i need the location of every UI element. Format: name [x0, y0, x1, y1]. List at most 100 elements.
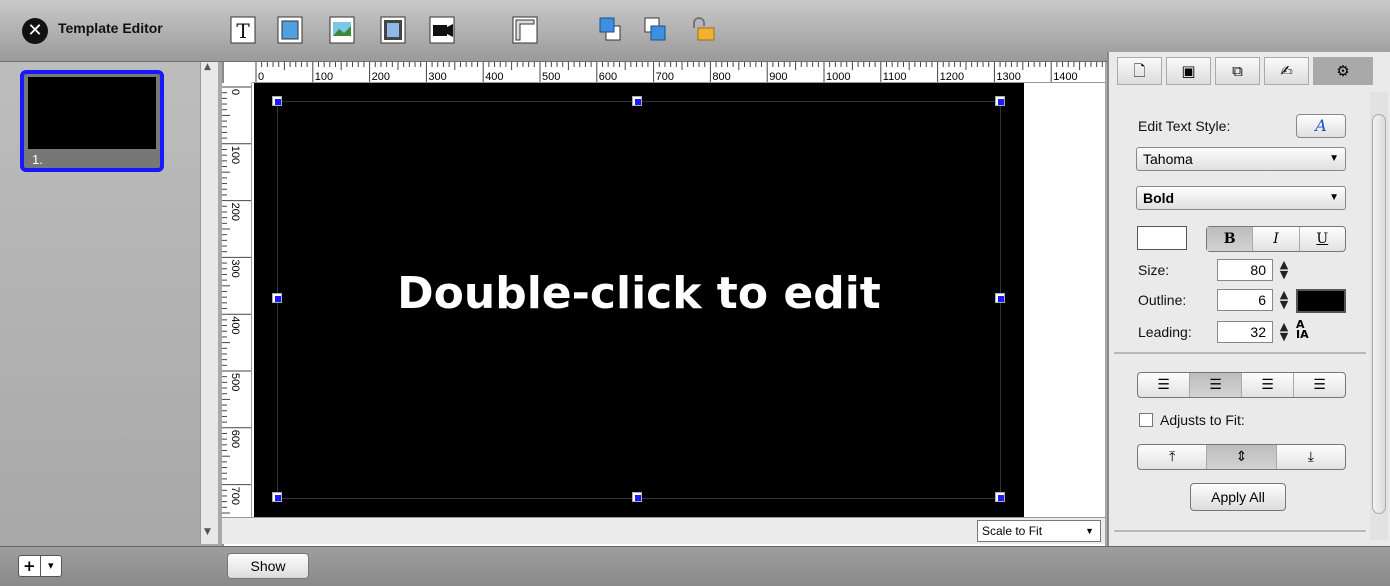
ruler-label: 1000 — [826, 71, 850, 83]
ruler-label: 0 — [229, 89, 241, 95]
ruler-label: 100 — [229, 146, 241, 164]
add-icon[interactable]: + — [19, 556, 41, 576]
tab-settings[interactable]: ⚙ — [1313, 57, 1373, 85]
scroll-thumb[interactable] — [1372, 114, 1386, 514]
slide-canvas[interactable]: Double-click to edit — [254, 83, 1024, 517]
ruler-label: 700 — [656, 71, 674, 83]
tab-layers[interactable]: ⧉ — [1215, 57, 1260, 85]
text-style-button[interactable]: A — [1296, 114, 1346, 138]
placeholder-text[interactable]: Double-click to edit — [254, 268, 1024, 319]
resize-handle-bottom-right[interactable] — [995, 492, 1005, 502]
resize-handle-bottom-left[interactable] — [272, 492, 282, 502]
resize-handle-top-right[interactable] — [995, 96, 1005, 106]
ruler-label: 600 — [599, 71, 617, 83]
scale-mode-select[interactable]: Scale to Fit ▼ — [977, 520, 1101, 542]
canvas-footer — [222, 517, 1105, 544]
text-style-toggle: B I U — [1206, 226, 1346, 252]
leading-stepper-icon[interactable]: ▲ ▼ — [1278, 321, 1290, 344]
vertical-ruler: 0 100 200 300 400 500 600 700 — [222, 83, 252, 518]
show-button[interactable]: Show — [227, 553, 309, 579]
text-color-swatch[interactable] — [1137, 226, 1187, 250]
resize-handle-top-left[interactable] — [272, 96, 282, 106]
font-weight-value: Bold — [1143, 190, 1175, 206]
size-stepper-icon[interactable]: ▲ ▼ — [1278, 259, 1290, 282]
ruler-label: 1100 — [883, 71, 907, 83]
close-icon[interactable]: ✕ — [22, 18, 48, 44]
bold-button[interactable]: B — [1207, 227, 1254, 251]
ruler-label: 700 — [229, 487, 241, 505]
lock-icon[interactable] — [688, 14, 718, 46]
leading-label: Leading: — [1138, 324, 1192, 340]
scale-mode-value: Scale to Fit — [982, 524, 1043, 538]
canvas-margin — [1024, 83, 1104, 517]
ruler-toggle-icon[interactable] — [510, 14, 540, 46]
chevron-down-icon[interactable]: ▾ — [41, 556, 62, 576]
slide-thumbnail[interactable]: 1. — [20, 70, 164, 172]
font-weight-select[interactable]: Bold ▼ — [1136, 186, 1346, 210]
align-middle-button[interactable]: ⇕ — [1207, 445, 1277, 469]
align-right-button[interactable]: ☰ — [1242, 373, 1294, 397]
camera-icon[interactable] — [427, 14, 457, 46]
ruler-label: 500 — [229, 373, 241, 391]
outline-color-swatch[interactable] — [1296, 289, 1346, 313]
italic-button[interactable]: I — [1253, 227, 1300, 251]
send-backward-icon[interactable] — [641, 14, 671, 46]
ruler-label: 1300 — [996, 71, 1020, 83]
divider — [1114, 352, 1366, 354]
adjusts-to-fit-label: Adjusts to Fit: — [1160, 412, 1245, 428]
ruler-label: 0 — [258, 71, 264, 83]
align-left-button[interactable]: ☰ — [1138, 373, 1190, 397]
apply-all-button[interactable]: Apply All — [1190, 483, 1286, 511]
font-family-select[interactable]: Tahoma ▼ — [1136, 147, 1346, 171]
scroll-down-icon[interactable]: ▼ — [204, 527, 211, 537]
gear-icon: ⚙ — [1336, 62, 1350, 80]
size-input[interactable]: 80 — [1217, 259, 1273, 281]
resize-handle-top[interactable] — [632, 96, 642, 106]
ruler-label: 1400 — [1053, 71, 1077, 83]
scroll-up-icon[interactable]: ▲ — [204, 62, 211, 72]
outline-input[interactable]: 6 — [1217, 289, 1273, 311]
add-slide-button[interactable]: + ▾ — [18, 555, 62, 577]
align-center-button[interactable]: ☰ — [1190, 373, 1242, 397]
signature-icon: ✍ — [1280, 62, 1293, 80]
ruler-label: 900 — [769, 71, 787, 83]
outline-label: Outline: — [1138, 292, 1187, 308]
video-icon[interactable] — [378, 14, 408, 46]
svg-text:T: T — [236, 19, 250, 43]
chevron-down-icon: ▼ — [1085, 526, 1094, 536]
slide-number: 1. — [32, 152, 43, 167]
outline-stepper-icon[interactable]: ▲ ▼ — [1278, 289, 1290, 312]
ruler-label: 400 — [229, 316, 241, 334]
chevron-down-icon: ▼ — [1329, 153, 1339, 164]
horizontal-ruler: 0 100 200 300 400 500 600 700 800 900 1000 1100 1200… — [252, 62, 1105, 83]
font-family-value: Tahoma — [1143, 151, 1193, 167]
shape-icon[interactable] — [275, 14, 305, 46]
adjusts-to-fit-checkbox[interactable] — [1139, 413, 1153, 427]
resize-handle-bottom[interactable] — [632, 492, 642, 502]
app-title: Template Editor — [58, 20, 163, 36]
text-align-toggle: ☰ ☰ ☰ ☰ — [1137, 372, 1346, 398]
ruler-label: 300 — [428, 71, 446, 83]
align-justify-button[interactable]: ☰ — [1294, 373, 1345, 397]
tab-page[interactable]: 🗋 — [1117, 57, 1162, 85]
resize-handle-right[interactable] — [995, 293, 1005, 303]
tab-signature[interactable]: ✍ — [1264, 57, 1309, 85]
align-bottom-button[interactable]: ⤓ — [1277, 445, 1345, 469]
tab-screen[interactable]: ▣ — [1166, 57, 1211, 85]
inspector-scrollbar[interactable] — [1370, 92, 1388, 540]
ruler-label: 100 — [315, 71, 333, 83]
text-box-icon[interactable]: T — [228, 14, 258, 46]
resize-handle-left[interactable] — [272, 293, 282, 303]
bottom-bar — [0, 546, 1390, 586]
divider — [1114, 530, 1366, 532]
leading-input[interactable]: 32 — [1217, 321, 1273, 343]
bring-forward-icon[interactable] — [596, 14, 626, 46]
ruler-label: 800 — [712, 71, 730, 83]
image-icon[interactable] — [327, 14, 357, 46]
underline-button[interactable]: U — [1300, 227, 1345, 251]
align-top-button[interactable]: ⤒ — [1138, 445, 1208, 469]
size-label: Size: — [1138, 262, 1170, 278]
slide-list-scrollbar[interactable]: ▲ ▼ — [200, 62, 218, 544]
edit-text-style-label: Edit Text Style: — [1138, 118, 1231, 134]
ruler-label: 200 — [229, 203, 241, 221]
